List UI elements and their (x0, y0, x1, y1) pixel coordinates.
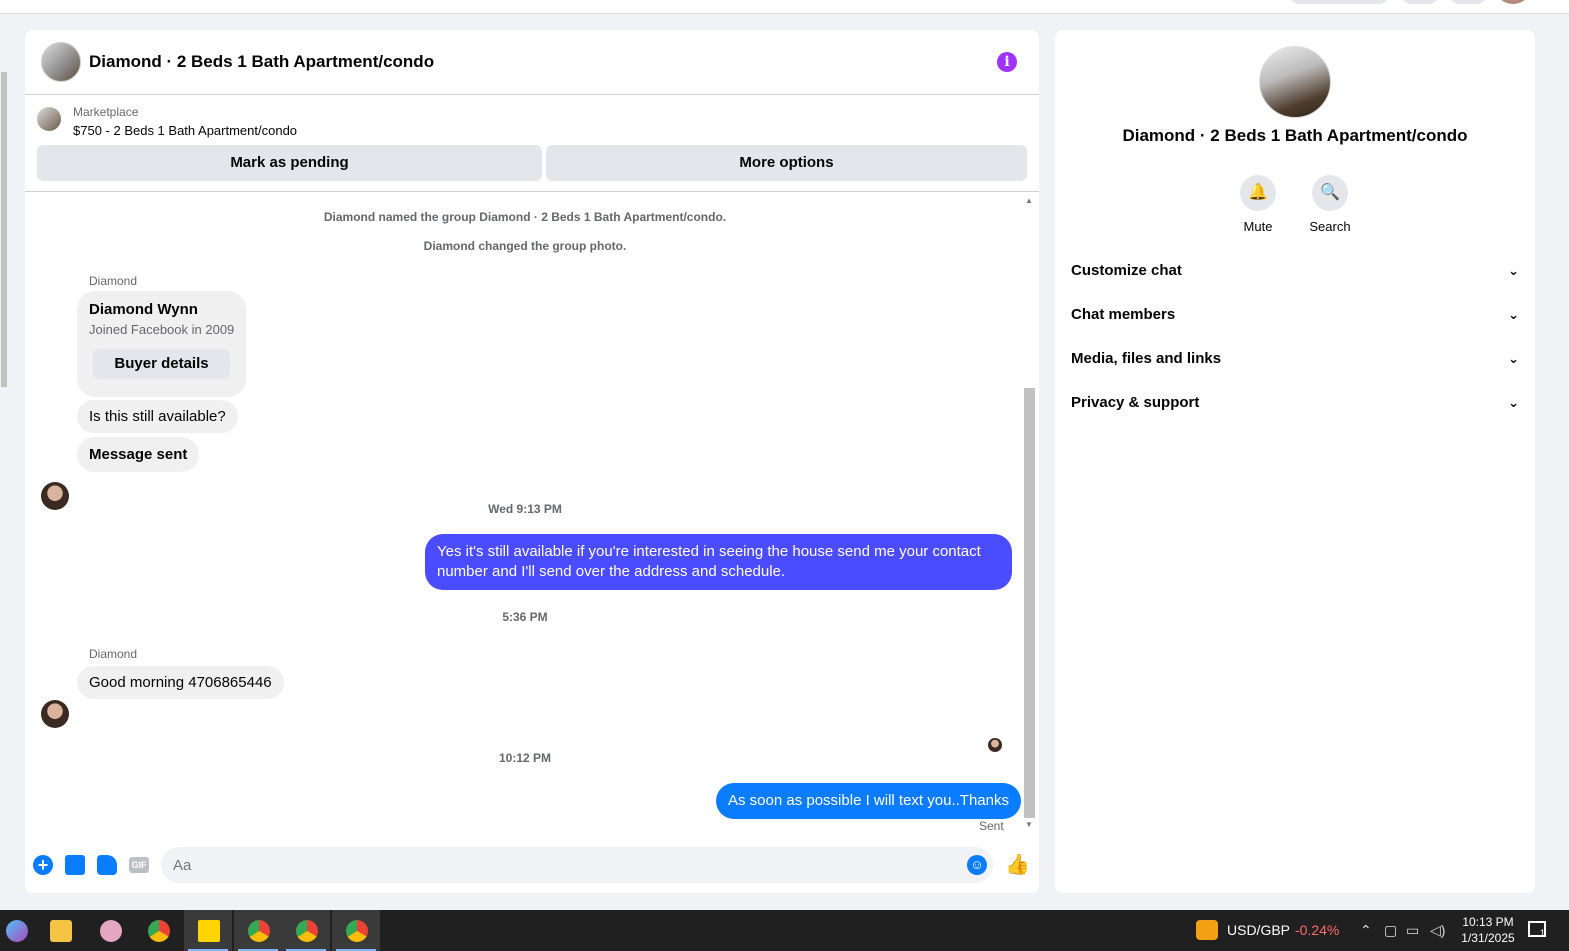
outgoing-message[interactable]: As soon as possible I will text you..Tha… (716, 783, 1021, 819)
mute-action[interactable]: 🔔 Mute (1228, 175, 1288, 234)
message-composer: + GIF ☺ 👍 (25, 837, 1039, 893)
listing-thumbnail[interactable] (37, 107, 61, 131)
section-label: Customize chat (1071, 262, 1182, 279)
paint-icon[interactable] (86, 910, 134, 951)
chat-scrollbar-thumb[interactable] (1024, 388, 1035, 818)
header-button[interactable] (1290, 0, 1388, 4)
currency-widget-icon[interactable] (1196, 920, 1218, 940)
listing-title[interactable]: $750 - 2 Beds 1 Bath Apartment/condo (73, 123, 297, 138)
chevron-down-icon: ⌄ (1508, 395, 1519, 410)
buyer-details-button[interactable]: Buyer details (93, 349, 230, 379)
system-message: Diamond named the group Diamond · 2 Beds… (323, 210, 727, 224)
page-scrollbar[interactable] (0, 62, 8, 900)
timestamp: 10:12 PM (498, 751, 552, 765)
buyer-name: Diamond Wynn (89, 301, 198, 318)
volume-icon[interactable]: ◁) (1430, 922, 1445, 939)
chat-panel: Diamond · 2 Beds 1 Bath Apartment/condo … (25, 30, 1039, 893)
chat-info-panel: Diamond · 2 Beds 1 Bath Apartment/condo … (1055, 30, 1535, 893)
header-icon-button[interactable] (1450, 0, 1486, 4)
file-explorer-icon[interactable] (36, 910, 84, 951)
incoming-message[interactable]: Good morning 4706865446 (77, 666, 284, 699)
timestamp: Wed 9:13 PM (488, 502, 562, 516)
group-avatar[interactable] (41, 42, 81, 82)
system-message: Diamond changed the group photo. (423, 239, 627, 253)
chat-title[interactable]: Diamond · 2 Beds 1 Bath Apartment/condo (89, 52, 434, 72)
info-title: Diamond · 2 Beds 1 Bath Apartment/condo (1122, 126, 1468, 145)
marketplace-label: Marketplace (73, 105, 139, 119)
chat-header: Diamond · 2 Beds 1 Bath Apartment/condo … (25, 30, 1039, 95)
sender-name: Diamond (89, 274, 138, 288)
section-privacy-support[interactable]: Privacy & support ⌄ (1071, 387, 1519, 419)
scroll-down-arrow[interactable]: ▼ (1025, 820, 1033, 829)
chrome-profile-icon[interactable] (282, 910, 330, 951)
network-icon[interactable]: ▭ (1406, 922, 1419, 939)
chevron-up-icon[interactable]: ⌃ (1360, 922, 1372, 939)
search-icon[interactable]: 🔍 (1312, 175, 1348, 211)
currency-change[interactable]: -0.24% (1295, 922, 1339, 938)
meet-icon[interactable]: ▢ (1384, 922, 1397, 939)
message-input[interactable] (161, 847, 993, 883)
info-icon[interactable]: i (997, 52, 1017, 72)
section-chat-members[interactable]: Chat members ⌄ (1071, 299, 1519, 331)
chat-scrollbar[interactable]: ▲ ▼ (1022, 192, 1038, 837)
buyer-joined: Joined Facebook in 2009 (89, 322, 235, 337)
currency-pair[interactable]: USD/GBP (1227, 922, 1290, 938)
chevron-down-icon: ⌄ (1508, 263, 1519, 278)
emoji-icon[interactable]: ☺ (967, 855, 987, 875)
plus-icon[interactable]: + (33, 855, 53, 875)
sender-name: Diamond (89, 647, 138, 661)
chevron-down-icon: ⌄ (1508, 307, 1519, 322)
section-customize-chat[interactable]: Customize chat ⌄ (1071, 255, 1519, 287)
bell-icon[interactable]: 🔔 (1240, 175, 1276, 211)
search-label: Search (1309, 219, 1351, 234)
section-label: Chat members (1071, 306, 1176, 323)
chrome-icon[interactable] (134, 910, 182, 951)
mute-label: Mute (1243, 219, 1273, 234)
windows-taskbar: USD/GBP -0.24% ⌃ ▢ ▭ ◁) 10:13 PM 1/31/20… (0, 910, 1569, 951)
photo-icon[interactable] (65, 855, 85, 875)
incoming-message[interactable]: Message sent (77, 437, 200, 472)
gif-icon[interactable]: GIF (129, 857, 149, 873)
more-options-button[interactable]: More options (546, 145, 1027, 181)
copilot-icon[interactable] (0, 910, 40, 951)
group-photo[interactable] (1259, 46, 1331, 118)
page-scrollbar-thumb[interactable] (1, 72, 7, 387)
sender-avatar[interactable] (41, 700, 69, 728)
incoming-message[interactable]: Is this still available? (77, 400, 238, 433)
chrome-profile-icon[interactable] (332, 910, 380, 951)
buyer-card: Diamond Wynn Joined Facebook in 2009 Buy… (77, 291, 246, 397)
notification-count: 1 (1540, 928, 1546, 938)
account-avatar[interactable] (1498, 0, 1528, 4)
system-clock[interactable]: 10:13 PM 1/31/2025 (1458, 914, 1518, 946)
section-label: Privacy & support (1071, 394, 1200, 411)
delivery-status: Sent (979, 819, 1004, 833)
clock-date: 1/31/2025 (1461, 931, 1515, 945)
chrome-profile-icon[interactable] (234, 910, 282, 951)
message-list: Diamond named the group Diamond · 2 Beds… (25, 192, 1039, 837)
mark-as-pending-button[interactable]: Mark as pending (37, 145, 542, 181)
outgoing-message[interactable]: Yes it's still available if you're inter… (425, 534, 1012, 590)
like-icon[interactable]: 👍 (1005, 852, 1030, 877)
chevron-down-icon: ⌄ (1508, 351, 1519, 366)
sticky-notes-icon[interactable] (184, 910, 232, 951)
sticker-icon[interactable] (97, 855, 117, 875)
section-label: Media, files and links (1071, 350, 1222, 367)
timestamp: 5:36 PM (502, 610, 548, 624)
header-icon-button[interactable] (1402, 0, 1438, 4)
search-action[interactable]: 🔍 Search (1300, 175, 1360, 234)
section-media-files-links[interactable]: Media, files and links ⌄ (1071, 343, 1519, 375)
top-header-strip (0, 0, 1569, 14)
clock-time: 10:13 PM (1462, 915, 1514, 929)
read-receipt-avatar (988, 738, 1002, 752)
marketplace-banner: Marketplace $750 - 2 Beds 1 Bath Apartme… (25, 95, 1039, 192)
scroll-up-arrow[interactable]: ▲ (1025, 196, 1033, 205)
